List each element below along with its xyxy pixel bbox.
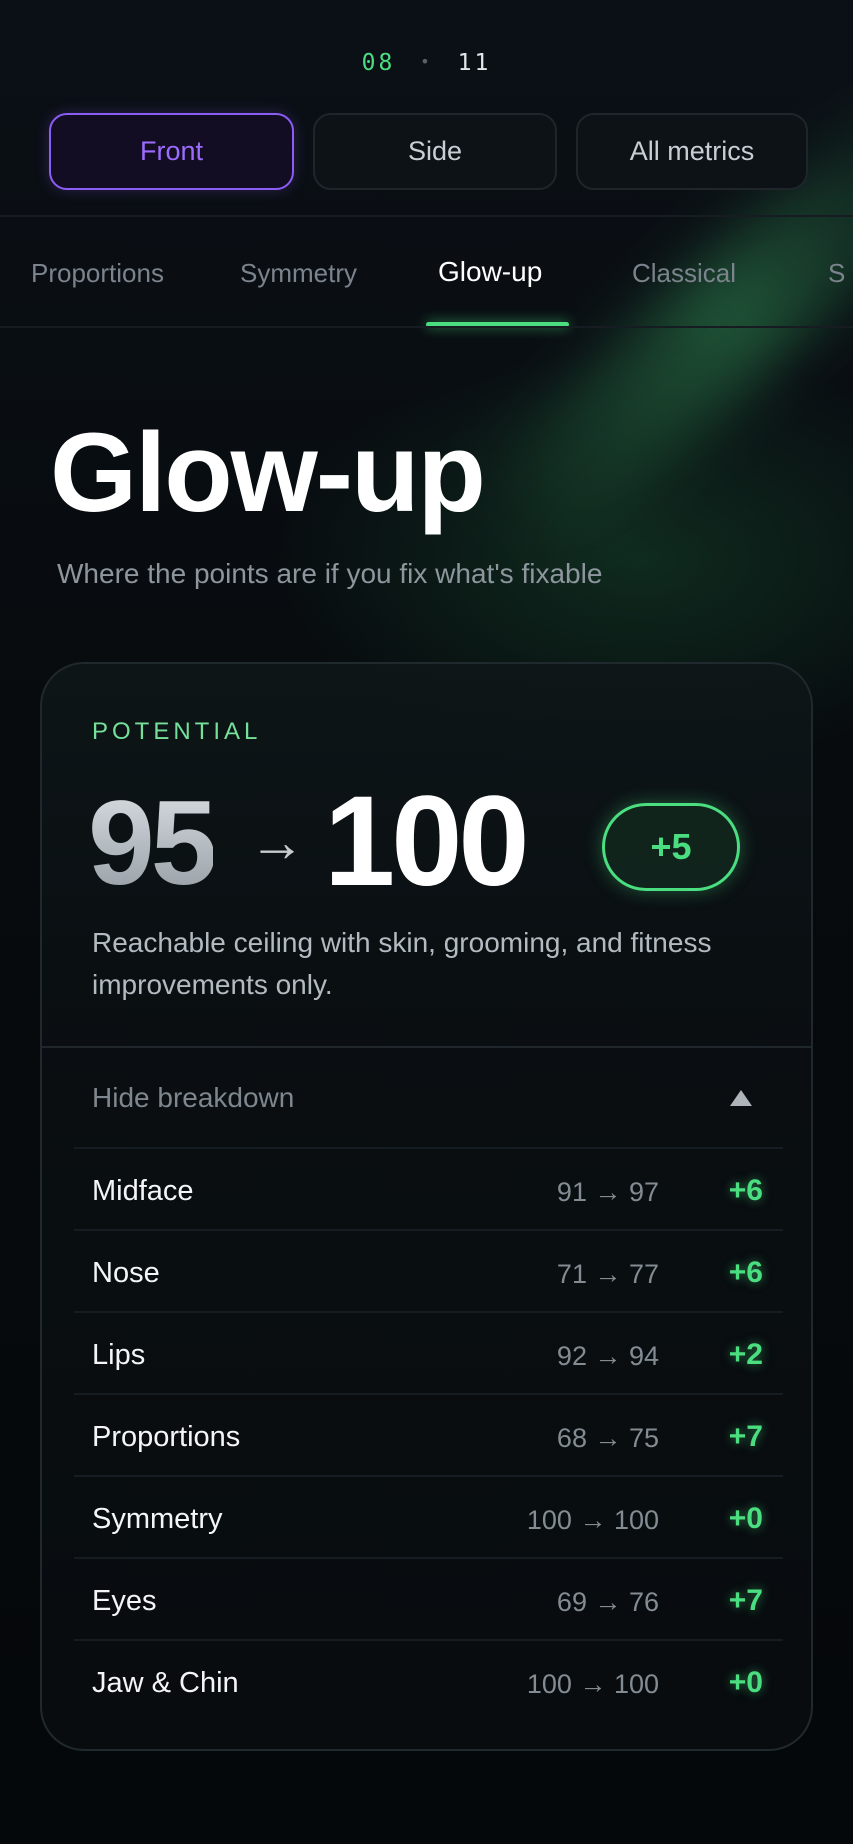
row-label: Proportions (92, 1421, 241, 1453)
breakdown-toggle-label: Hide breakdown (92, 1082, 295, 1113)
glow-up-screen: 08 • 11 Front Side All metrics Proportio… (0, 0, 853, 1844)
row-delta: +0 (728, 1666, 763, 1699)
row-range: 71 → 77 (556, 1259, 659, 1289)
breakdown-row: Proportions 68 → 75 +7 (74, 1393, 783, 1475)
row-delta: +7 (728, 1584, 763, 1617)
row-label: Symmetry (92, 1503, 223, 1535)
row-range: 100 → 100 (526, 1505, 659, 1535)
row-delta: +6 (728, 1256, 763, 1289)
breakdown-row: Symmetry 100 → 100 +0 (74, 1475, 783, 1557)
row-label: Nose (92, 1257, 160, 1289)
arrow-right-icon: → (249, 810, 305, 873)
section-tabs: Proportions Symmetry Glow-up Classical S (0, 218, 853, 328)
page-counter: 08 • 11 (0, 50, 853, 76)
tab-symmetry[interactable]: Symmetry (240, 258, 357, 289)
tab-front[interactable]: Front (49, 113, 294, 190)
row-range: 92 → 94 (556, 1341, 659, 1371)
row-range: 68 → 75 (556, 1423, 659, 1453)
tab-glow-up[interactable]: Glow-up (438, 256, 542, 288)
tab-side[interactable]: Side (313, 113, 557, 190)
row-label: Eyes (92, 1585, 157, 1617)
row-delta: +7 (728, 1420, 763, 1453)
caret-up-icon (730, 1090, 752, 1106)
counter-total: 11 (457, 50, 492, 76)
breakdown-row: Midface 91 → 97 +6 (74, 1147, 783, 1229)
potential-card: POTENTIAL 95 → 100 +5 Reachable ceiling … (40, 662, 813, 1751)
counter-current: 08 (361, 50, 396, 76)
breakdown-row: Lips 92 → 94 +2 (74, 1311, 783, 1393)
header-divider (0, 215, 853, 217)
potential-label: POTENTIAL (92, 718, 262, 745)
row-label: Midface (92, 1175, 194, 1207)
tab-all-metrics[interactable]: All metrics (576, 113, 808, 190)
row-delta: +0 (728, 1502, 763, 1535)
delta-badge: +5 (602, 803, 740, 891)
breakdown-toggle[interactable]: Hide breakdown (42, 1048, 811, 1148)
row-range: 100 → 100 (526, 1669, 659, 1699)
tabs-divider (0, 326, 853, 328)
row-delta: +6 (728, 1174, 763, 1207)
breakdown-list: Midface 91 → 97 +6 Nose 71 → 77 +6 Lips … (74, 1147, 783, 1721)
row-label: Jaw & Chin (92, 1667, 239, 1699)
score-current: 95 (88, 776, 217, 910)
row-range: 69 → 76 (556, 1587, 659, 1617)
score-potential: 100 (324, 770, 530, 913)
breakdown-row: Eyes 69 → 76 +7 (74, 1557, 783, 1639)
potential-description: Reachable ceiling with skin, grooming, a… (92, 927, 712, 1000)
tab-proportions[interactable]: Proportions (31, 258, 164, 289)
tab-classical[interactable]: Classical (632, 258, 736, 289)
row-delta: +2 (728, 1338, 763, 1371)
row-label: Lips (92, 1339, 146, 1371)
page-title: Glow-up (50, 410, 486, 535)
counter-separator: • (420, 52, 433, 71)
breakdown-row: Jaw & Chin 100 → 100 +0 (74, 1639, 783, 1721)
tab-s-partial[interactable]: S (828, 258, 845, 289)
page-subtitle: Where the points are if you fix what's f… (57, 558, 603, 589)
row-range: 91 → 97 (556, 1177, 659, 1207)
breakdown-row: Nose 71 → 77 +6 (74, 1229, 783, 1311)
